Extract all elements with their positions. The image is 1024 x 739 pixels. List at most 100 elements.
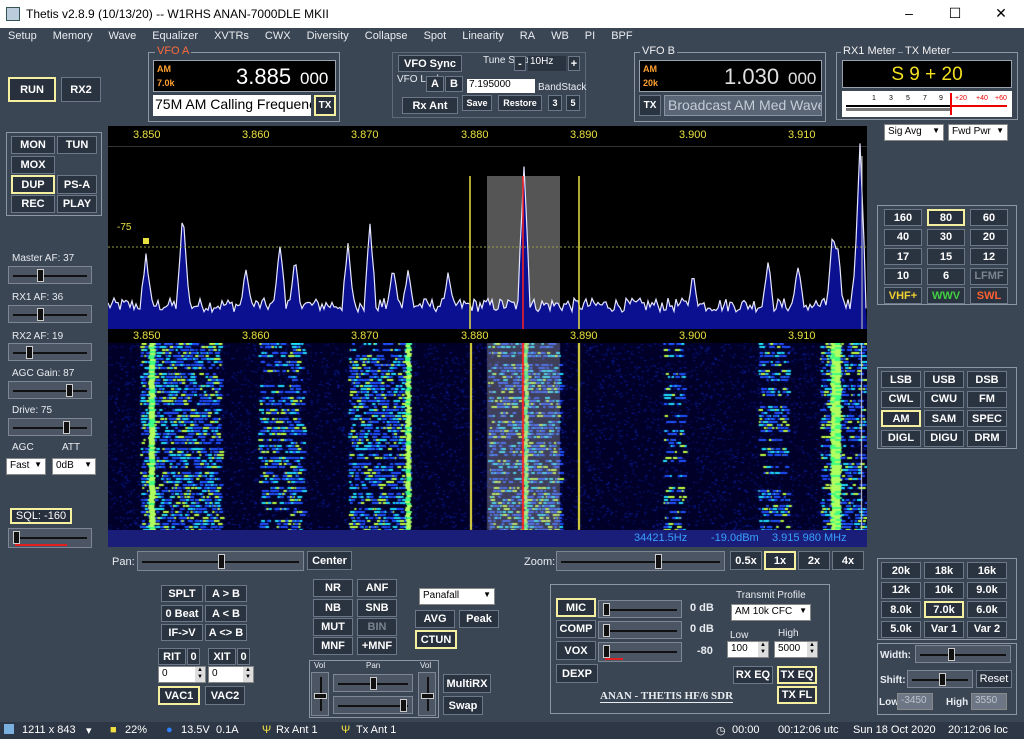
- filter-10k[interactable]: 10k: [924, 581, 964, 599]
- vox-button[interactable]: VOX: [556, 641, 596, 660]
- mode-dsb[interactable]: DSB: [967, 371, 1007, 388]
- mode-sam[interactable]: SAM: [924, 410, 964, 427]
- shift-slider[interactable]: [907, 670, 973, 688]
- band-10[interactable]: 10: [884, 267, 922, 285]
- zoom-1x-button[interactable]: 1x: [764, 551, 796, 570]
- a-to-b-button[interactable]: A > B: [205, 585, 247, 602]
- mode-usb[interactable]: USB: [924, 371, 964, 388]
- filter-9-0k[interactable]: 9.0k: [967, 581, 1007, 599]
- tun-button[interactable]: TUN: [57, 136, 97, 154]
- tx-fl-button[interactable]: TX FL: [777, 686, 817, 704]
- vfo-lock-a[interactable]: A: [426, 76, 444, 92]
- dropdown-icon[interactable]: ▾: [86, 724, 92, 737]
- menu-spot[interactable]: Spot: [416, 28, 455, 42]
- mon-button[interactable]: MON: [11, 136, 55, 154]
- filter-5-0k[interactable]: 5.0k: [881, 620, 921, 638]
- filter-18k[interactable]: 18k: [924, 562, 964, 579]
- run-button[interactable]: RUN: [8, 77, 56, 102]
- rit-clear-button[interactable]: 0: [187, 648, 200, 665]
- band-15[interactable]: 15: [927, 248, 965, 265]
- xit-clear-button[interactable]: 0: [237, 648, 250, 665]
- vfo-a-display[interactable]: AM 7.0k 3.885 000: [153, 60, 336, 92]
- mode-am[interactable]: AM: [881, 410, 921, 427]
- filter-var-2[interactable]: Var 2: [967, 620, 1007, 638]
- rit-value-input[interactable]: 0 ▲ ▼: [158, 666, 206, 683]
- menu-diversity[interactable]: Diversity: [299, 28, 357, 42]
- mic-gain-slider[interactable]: [598, 600, 682, 618]
- tune-step-value[interactable]: 10Hz: [528, 56, 566, 71]
- band-swl[interactable]: SWL: [970, 287, 1008, 304]
- mode-fm[interactable]: FM: [967, 390, 1007, 408]
- peak-button[interactable]: Peak: [459, 610, 499, 628]
- vfo-lock-b[interactable]: B: [445, 76, 463, 92]
- menu-linearity[interactable]: Linearity: [454, 28, 512, 42]
- band-160[interactable]: 160: [884, 209, 922, 226]
- sql-button[interactable]: SQL: -160: [10, 508, 72, 524]
- agc-select[interactable]: Fast ▼: [6, 458, 46, 475]
- vfo-b-tx-button[interactable]: TX: [639, 95, 661, 116]
- menu-xvtrs[interactable]: XVTRs: [206, 28, 257, 42]
- menu-ra[interactable]: RA: [512, 28, 543, 42]
- filter-high-input[interactable]: 3550: [971, 693, 1007, 710]
- maximize-button[interactable]: ☐: [932, 0, 978, 28]
- filter-8-0k[interactable]: 8.0k: [881, 601, 921, 618]
- swap-button[interactable]: Swap: [443, 696, 483, 715]
- master-af-slider[interactable]: [8, 266, 92, 284]
- mode-cwl[interactable]: CWL: [881, 390, 921, 408]
- tx-eq-button[interactable]: TX EQ: [777, 666, 817, 684]
- vfo-a-description[interactable]: 75M AM Calling Frequenc: [153, 95, 311, 116]
- nb-button[interactable]: NB: [313, 599, 353, 617]
- mode-lsb[interactable]: LSB: [881, 371, 921, 388]
- waterfall-display[interactable]: 3.850 3.860 3.870 3.880 3.890 3.900 3.91…: [108, 329, 867, 547]
- snb-button[interactable]: SNB: [357, 599, 397, 617]
- vfo-b-description[interactable]: Broadcast AM Med Wave: [664, 95, 822, 116]
- rx-meter-mode-select[interactable]: Sig Avg ▼: [884, 124, 944, 141]
- att-select[interactable]: 0dB ▼: [52, 458, 96, 475]
- mode-digl[interactable]: DIGL: [881, 429, 921, 447]
- zoom-2x-button[interactable]: 2x: [798, 551, 830, 570]
- tx-meter-mode-select[interactable]: Fwd Pwr ▼: [948, 124, 1008, 141]
- rx1-af-slider[interactable]: [8, 305, 92, 323]
- zoom-4x-button[interactable]: 4x: [832, 551, 864, 570]
- save-button[interactable]: Save: [462, 95, 492, 111]
- dexp-button[interactable]: DEXP: [556, 664, 598, 683]
- vac2-button[interactable]: VAC2: [205, 686, 245, 705]
- rx2-volume-slider[interactable]: [418, 672, 436, 716]
- band-6[interactable]: 6: [927, 267, 965, 285]
- mode-cwu[interactable]: CWU: [924, 390, 964, 408]
- restore-button[interactable]: Restore: [498, 95, 542, 111]
- if-to-v-button[interactable]: IF->V: [161, 624, 203, 641]
- band-80[interactable]: 80: [927, 209, 965, 226]
- mox-button[interactable]: MOX: [11, 156, 55, 174]
- bandstack-5-button[interactable]: 5: [566, 95, 580, 111]
- sql-slider[interactable]: [8, 528, 92, 548]
- band-vhf[interactable]: VHF+: [884, 287, 922, 304]
- xit-value-input[interactable]: 0 ▲ ▼: [208, 666, 254, 683]
- display-mode-select[interactable]: Panafall ▼: [419, 588, 495, 605]
- filter-var-1[interactable]: Var 1: [924, 620, 964, 638]
- rx2-button[interactable]: RX2: [61, 77, 101, 102]
- center-button[interactable]: Center: [307, 551, 352, 570]
- nr-button[interactable]: NR: [313, 579, 353, 597]
- rec-button[interactable]: REC: [11, 195, 55, 213]
- comp-button[interactable]: COMP: [556, 620, 596, 638]
- filter-16k[interactable]: 16k: [967, 562, 1007, 579]
- a-swap-b-button[interactable]: A <> B: [205, 624, 247, 641]
- bandstack-3-button[interactable]: 3: [548, 95, 562, 111]
- multirx-button[interactable]: MultiRX: [443, 674, 491, 693]
- rx1-volume-slider[interactable]: [311, 672, 329, 716]
- b-to-a-button[interactable]: A < B: [205, 605, 247, 622]
- ps-a-button[interactable]: PS-A: [57, 175, 97, 194]
- vac1-button[interactable]: VAC1: [158, 686, 200, 705]
- tune-step-up[interactable]: +: [568, 56, 580, 71]
- comp-slider[interactable]: [598, 621, 682, 639]
- filter-low-input[interactable]: -3450: [897, 693, 933, 710]
- band-12[interactable]: 12: [970, 248, 1008, 265]
- menu-cwx[interactable]: CWX: [257, 28, 299, 42]
- ctun-button[interactable]: CTUN: [415, 630, 457, 649]
- band-lfmf[interactable]: LFMF: [970, 267, 1008, 285]
- mode-drm[interactable]: DRM: [967, 429, 1007, 447]
- menu-wb[interactable]: WB: [543, 28, 577, 42]
- pan-slider[interactable]: [137, 551, 304, 571]
- rx2-pan-slider[interactable]: [333, 696, 413, 714]
